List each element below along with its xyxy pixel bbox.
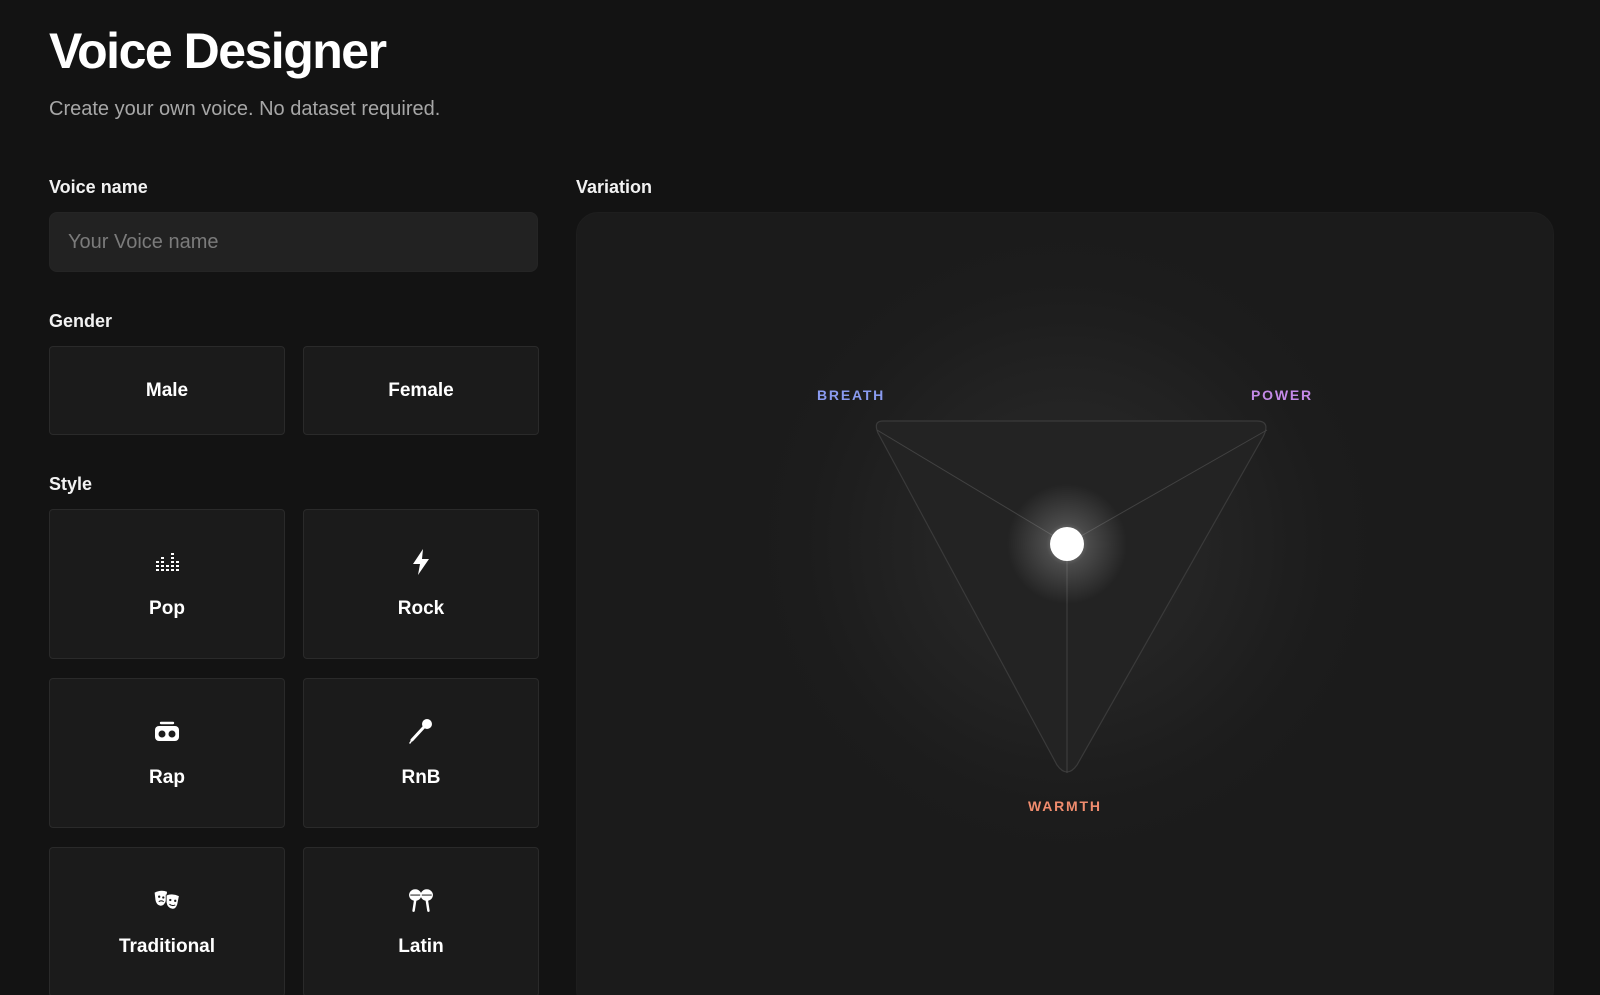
style-traditional-button[interactable]: Traditional [49,847,285,995]
style-pop-label: Pop [149,598,185,619]
equalizer-icon [153,548,181,576]
maracas-icon [407,886,435,914]
axis-label-power: POWER [1251,387,1313,403]
theater-masks-icon [153,886,181,914]
style-rnb-button[interactable]: RnB [303,678,539,828]
lightning-bolt-icon [407,548,435,576]
style-rnb-label: RnB [401,767,441,788]
voice-name-input[interactable] [49,212,538,272]
gender-label: Gender [49,311,113,331]
style-rock-label: Rock [397,598,445,619]
style-pop-button[interactable]: Pop [49,509,285,659]
boombox-icon [153,717,181,745]
variation-triangle-graphic [577,213,1553,995]
gender-male-button[interactable]: Male [49,346,285,435]
page-title: Voice Designer [49,23,387,79]
style-label: Style [49,474,93,494]
style-rap-label: Rap [149,767,185,788]
variation-panel[interactable]: BREATH POWER WARMTH [576,212,1554,995]
style-rock-button[interactable]: Rock [303,509,539,659]
gender-female-label: Female [388,379,454,401]
gender-male-label: Male [145,379,189,401]
style-latin-label: Latin [398,936,444,957]
style-traditional-label: Traditional [118,936,216,957]
page-subtitle: Create your own voice. No dataset requir… [49,98,441,120]
style-rap-button[interactable]: Rap [49,678,285,828]
axis-label-warmth: WARMTH [1028,798,1102,814]
microphone-icon [407,717,435,745]
axis-label-breath: BREATH [817,387,886,403]
gender-female-button[interactable]: Female [303,346,539,435]
variation-handle [1050,527,1084,561]
voice-name-label: Voice name [49,177,148,197]
style-latin-button[interactable]: Latin [303,847,539,995]
variation-label: Variation [576,177,653,197]
